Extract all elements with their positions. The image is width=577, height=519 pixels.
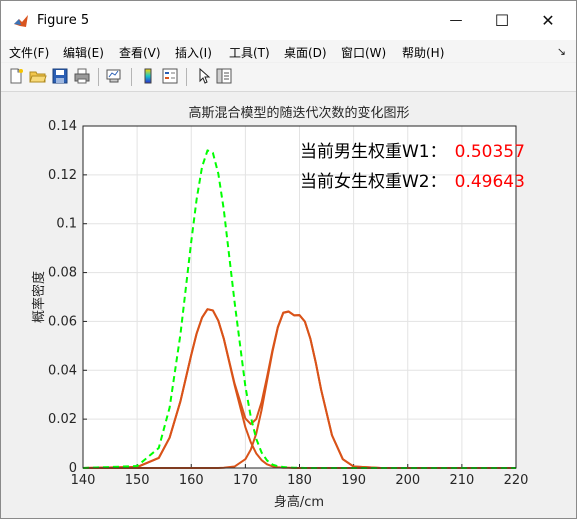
property-editor-icon[interactable] <box>215 67 233 85</box>
annotation-w1: 当前男生权重W1： 0.50357 <box>300 142 525 162</box>
figure-canvas: 140 150 160 170 180 190 200 210 220 0 0.02 0.04 0.06… <box>9 93 568 511</box>
minimize-button[interactable]: — <box>433 1 479 40</box>
dock-icon[interactable]: ↘ <box>557 45 566 58</box>
x-tick-label: 210 <box>449 473 474 488</box>
annotation-w1-label: 当前男生权重W1： <box>300 142 447 162</box>
link-plot-icon[interactable] <box>105 67 123 85</box>
menu-window[interactable]: 窗口(W) <box>341 44 386 61</box>
print-icon[interactable] <box>73 67 91 85</box>
annotation-w1-value: 0.50357 <box>455 142 525 162</box>
matlab-icon <box>14 15 28 27</box>
y-axis-label: 概率密度 <box>31 271 47 323</box>
maximize-icon: ☐ <box>494 11 510 30</box>
save-icon[interactable] <box>51 67 69 85</box>
x-tick-label: 160 <box>179 473 204 488</box>
menu-view[interactable]: 查看(V) <box>119 44 161 61</box>
y-tick-label: 0.12 <box>48 168 77 183</box>
figure-window: Figure 5 — ☐ ✕ 文件(F) 编辑(E) 查看(V) 插入(I) 工… <box>0 0 577 519</box>
menu-edit[interactable]: 编辑(E) <box>63 44 104 61</box>
x-axis-label: 身高/cm <box>274 494 324 510</box>
menu-insert[interactable]: 插入(I) <box>175 44 212 61</box>
maximize-button[interactable]: ☐ <box>479 1 525 40</box>
menu-bar: 文件(F) 编辑(E) 查看(V) 插入(I) 工具(T) 桌面(D) 窗口(W… <box>1 40 576 62</box>
x-tick-label: 190 <box>341 473 366 488</box>
y-tick-label: 0.14 <box>48 119 77 134</box>
y-tick-label: 0 <box>69 461 77 476</box>
annotation-w2-label: 当前女生权重W2： <box>300 172 447 192</box>
annotation-w2-value: 0.49643 <box>455 172 525 192</box>
y-tick-label: 0.02 <box>48 412 77 427</box>
menu-desktop[interactable]: 桌面(D) <box>284 44 327 61</box>
x-tick-label: 180 <box>287 473 312 488</box>
legend-icon[interactable] <box>161 67 179 85</box>
chart-title: 高斯混合模型的随迭代次数的变化图形 <box>188 105 409 121</box>
plot-svg: 140 150 160 170 180 190 200 210 22000.020.040.06… <box>31 105 529 510</box>
toolbar <box>1 63 576 92</box>
pointer-icon[interactable] <box>194 67 212 85</box>
y-tick-label: 0.1 <box>56 217 77 232</box>
open-file-icon[interactable] <box>29 67 47 85</box>
y-tick-label: 0.04 <box>48 363 77 378</box>
colorbar-icon[interactable] <box>139 67 157 85</box>
x-tick-label: 220 <box>504 473 529 488</box>
x-tick-label: 150 <box>125 473 150 488</box>
menu-help[interactable]: 帮助(H) <box>402 44 444 61</box>
close-button[interactable]: ✕ <box>525 1 571 40</box>
y-tick-label: 0.06 <box>48 314 77 329</box>
minimize-icon: — <box>449 13 463 28</box>
menu-file[interactable]: 文件(F) <box>9 44 49 61</box>
close-icon: ✕ <box>541 11 555 30</box>
x-tick-label: 170 <box>233 473 258 488</box>
menu-tools[interactable]: 工具(T) <box>229 44 270 61</box>
annotation-w2: 当前女生权重W2： 0.49643 <box>300 172 525 192</box>
toolbar-separator <box>98 68 99 86</box>
y-tick-label: 0.08 <box>48 266 77 281</box>
toolbar-separator <box>186 68 187 86</box>
window-title: Figure 5 <box>37 13 90 28</box>
toolbar-separator <box>131 68 132 86</box>
title-bar: Figure 5 — ☐ ✕ <box>1 1 576 40</box>
x-tick-label: 200 <box>395 473 420 488</box>
new-figure-icon[interactable] <box>7 67 25 85</box>
